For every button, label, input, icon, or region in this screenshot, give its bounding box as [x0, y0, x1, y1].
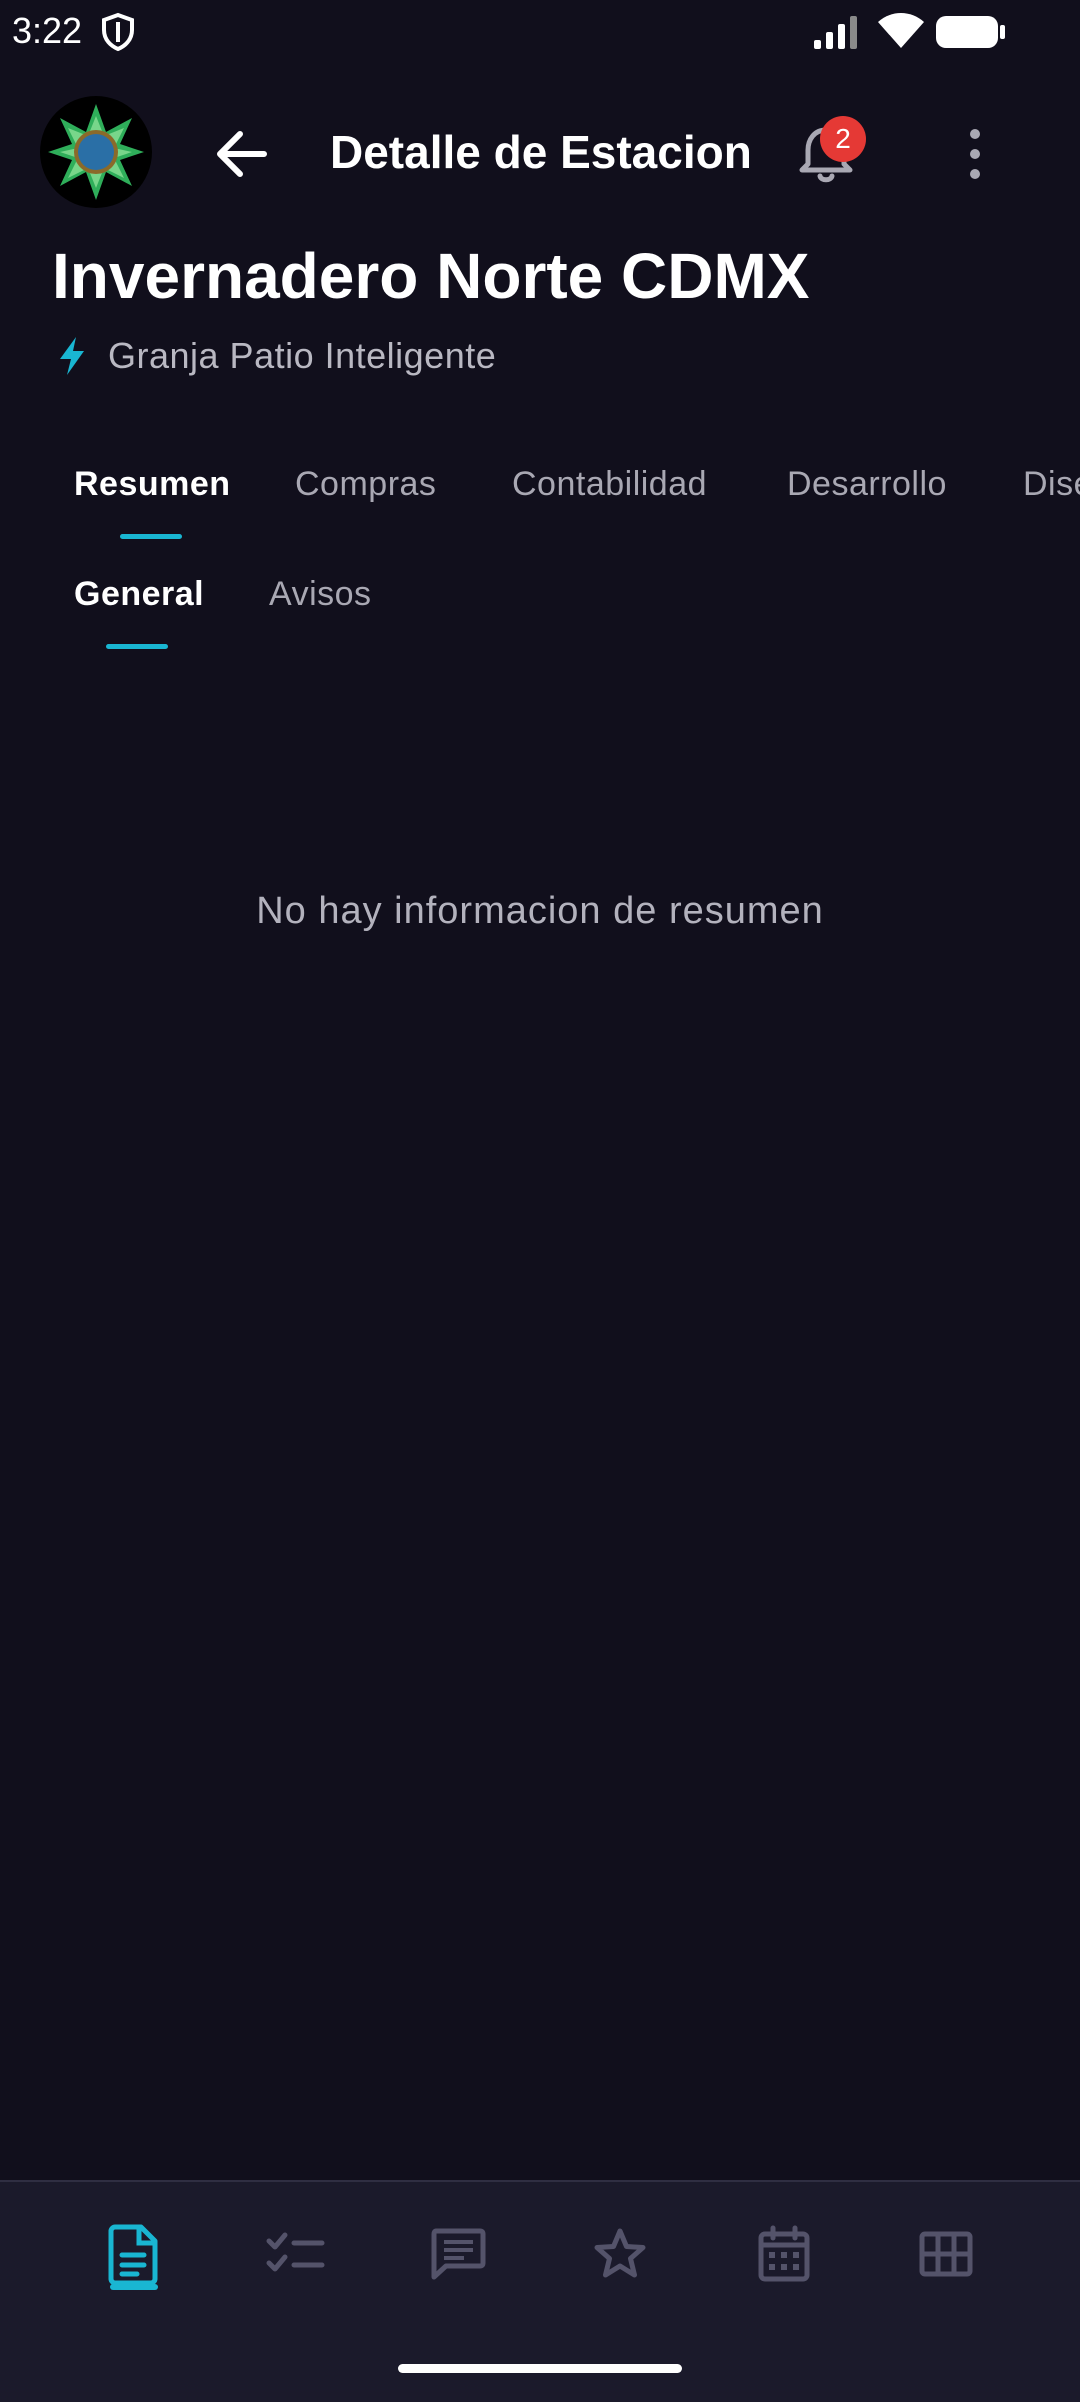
- nav-active-indicator: [110, 2284, 158, 2290]
- more-vertical-icon: [970, 129, 980, 179]
- nav-summary[interactable]: [94, 2214, 174, 2294]
- notification-badge: 2: [820, 116, 866, 162]
- sub-tab-indicator: [106, 644, 168, 649]
- grid-icon: [919, 2231, 973, 2277]
- nav-favorites[interactable]: [580, 2214, 660, 2294]
- calendar-icon: [758, 2225, 810, 2282]
- page-title: Detalle de Estacion: [330, 126, 752, 178]
- tab-resumen[interactable]: Resumen: [74, 462, 231, 506]
- nav-calendar[interactable]: [744, 2214, 824, 2294]
- tab-contabilidad[interactable]: Contabilidad: [512, 462, 707, 506]
- empty-state-message: No hay informacion de resumen: [256, 890, 824, 932]
- battery-icon: [936, 16, 1005, 48]
- checklist-icon: [266, 2232, 325, 2272]
- tab-compras[interactable]: Compras: [295, 462, 436, 506]
- back-button[interactable]: [206, 118, 278, 190]
- station-logo-icon: [48, 104, 144, 200]
- wifi-icon: [878, 13, 924, 48]
- sub-tabs: General Avisos: [0, 550, 1080, 650]
- document-icon: [108, 2224, 158, 2285]
- station-name: Invernadero Norte CDMX: [52, 240, 810, 312]
- station-subtitle-text: Granja Patio Inteligente: [108, 335, 497, 376]
- chat-icon: [431, 2228, 486, 2280]
- home-indicator[interactable]: [398, 2364, 682, 2373]
- star-icon: [594, 2228, 646, 2278]
- tab-diseno[interactable]: Diseño: [1023, 462, 1080, 506]
- signal-icon: [814, 16, 857, 49]
- bolt-icon: [60, 337, 84, 375]
- station-subtitle: Granja Patio Inteligente: [54, 330, 496, 382]
- tab-avisos[interactable]: Avisos: [269, 572, 372, 616]
- status-time: 3:22: [12, 10, 83, 51]
- tab-indicator: [120, 534, 182, 539]
- main-tabs: Resumen Compras Contabilidad Desarrollo …: [0, 440, 1080, 540]
- nav-tasks[interactable]: [256, 2214, 336, 2294]
- nav-messages[interactable]: [418, 2214, 498, 2294]
- avatar[interactable]: [40, 96, 152, 208]
- more-options-button[interactable]: [942, 118, 1008, 190]
- tab-general[interactable]: General: [74, 572, 204, 616]
- nav-grid[interactable]: [906, 2214, 986, 2294]
- tab-desarrollo[interactable]: Desarrollo: [787, 462, 947, 506]
- shield-icon: [102, 12, 134, 52]
- arrow-left-icon: [217, 131, 267, 177]
